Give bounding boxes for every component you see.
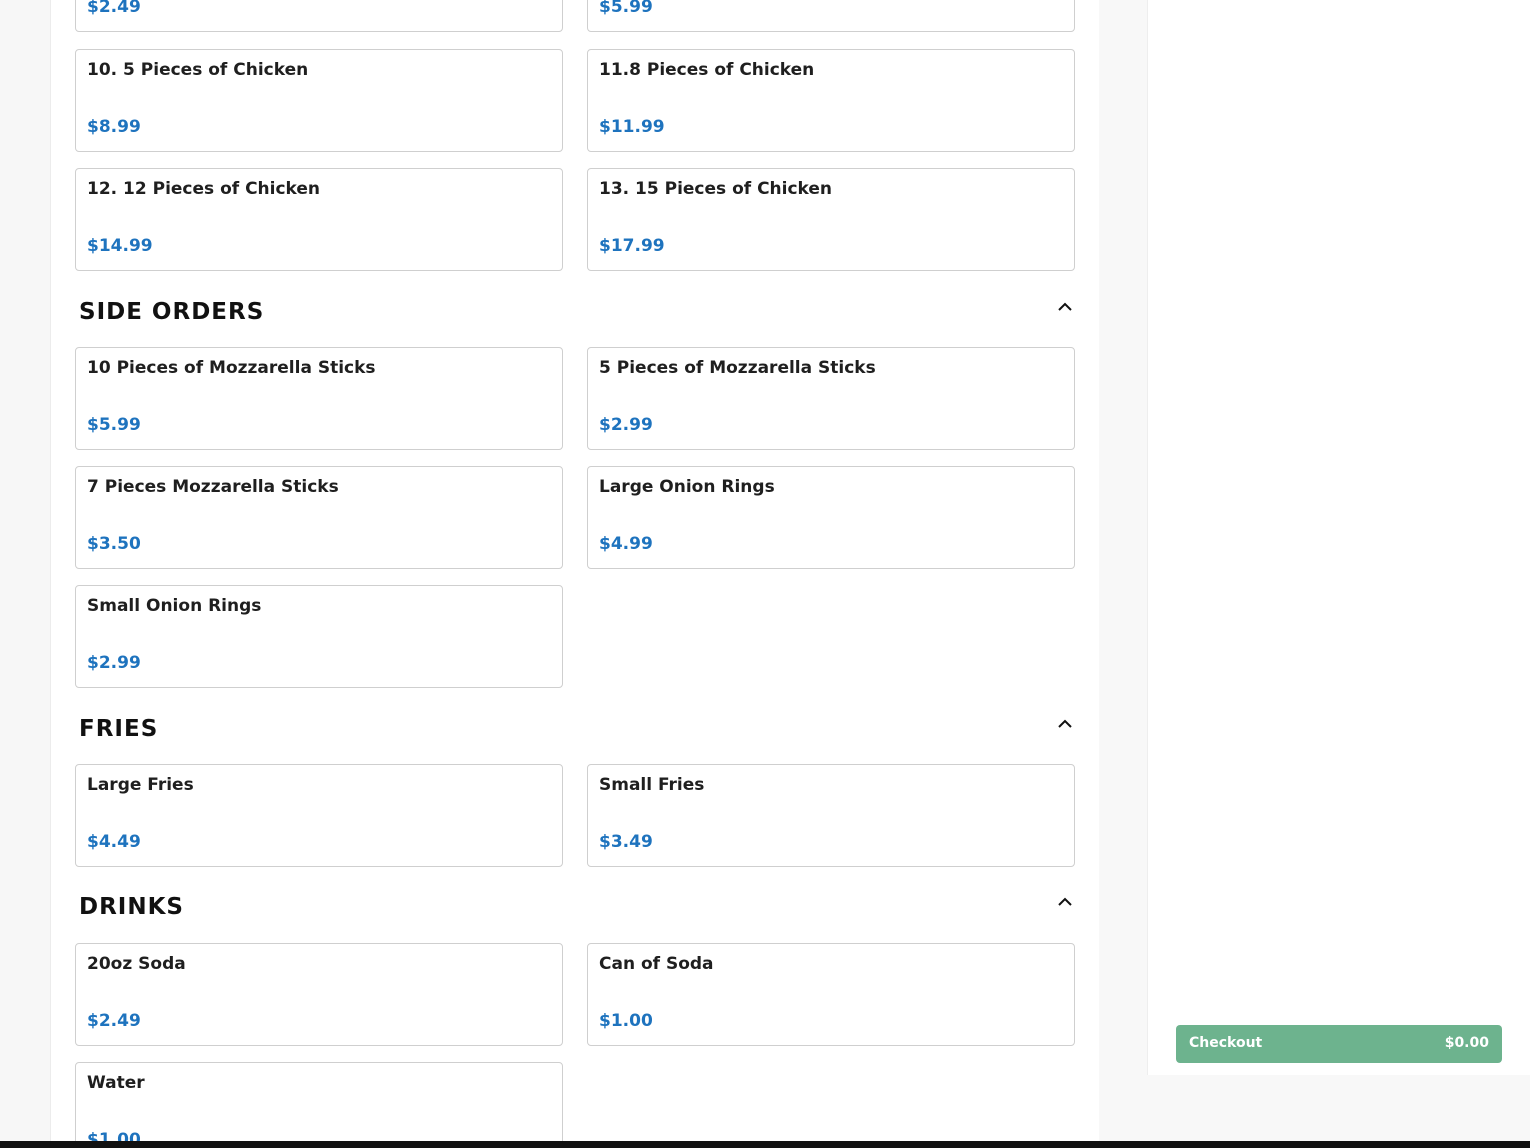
menu-item-card[interactable]: Can of Soda $1.00 <box>587 943 1075 1046</box>
menu-item-card[interactable]: 13. 15 Pieces of Chicken $17.99 <box>587 168 1075 271</box>
item-price: $2.99 <box>87 653 141 673</box>
menu-item-card[interactable]: Large Onion Rings $4.99 <box>587 466 1075 569</box>
item-price: $1.00 <box>599 1011 653 1031</box>
menu-item-card[interactable]: 5 Pieces of Mozzarella Sticks $2.99 <box>587 347 1075 450</box>
menu-item-card[interactable]: Small Fries $3.49 <box>587 764 1075 867</box>
menu-item-card[interactable]: Water $1.00 <box>75 1062 563 1148</box>
item-name: 12. 12 Pieces of Chicken <box>87 179 321 199</box>
menu-item-card[interactable]: $2.49 <box>75 0 563 32</box>
bottom-bar <box>0 1141 1530 1148</box>
item-name: Can of Soda <box>599 954 714 974</box>
menu-item-card[interactable]: 10 Pieces of Mozzarella Sticks $5.99 <box>75 347 563 450</box>
item-price: $5.99 <box>599 0 653 17</box>
item-name: 10. 5 Pieces of Chicken <box>87 60 309 80</box>
menu-item-card[interactable]: Small Onion Rings $2.99 <box>75 585 563 688</box>
item-price: $17.99 <box>599 236 665 256</box>
item-price: $2.49 <box>87 0 141 17</box>
item-price: $11.99 <box>599 117 665 137</box>
section-title-side-orders: SIDE ORDERS <box>79 299 265 325</box>
item-name: Large Fries <box>87 775 194 795</box>
panel-gap <box>1099 0 1147 1148</box>
item-name: Water <box>87 1073 145 1093</box>
section-title-drinks: DRINKS <box>79 894 184 920</box>
menu-item-card[interactable]: 10. 5 Pieces of Chicken $8.99 <box>75 49 563 152</box>
item-name: Small Fries <box>599 775 705 795</box>
item-name: 20oz Soda <box>87 954 186 974</box>
menu-item-card[interactable]: Large Fries $4.49 <box>75 764 563 867</box>
menu-item-card[interactable]: 7 Pieces Mozzarella Sticks $3.50 <box>75 466 563 569</box>
menu-item-card[interactable]: 11.8 Pieces of Chicken $11.99 <box>587 49 1075 152</box>
item-name: Large Onion Rings <box>599 477 775 497</box>
item-name: 11.8 Pieces of Chicken <box>599 60 815 80</box>
item-price: $2.99 <box>599 415 653 435</box>
item-price: $5.99 <box>87 415 141 435</box>
left-gutter <box>0 0 50 1148</box>
item-name: 10 Pieces of Mozzarella Sticks <box>87 358 376 378</box>
item-name: 13. 15 Pieces of Chicken <box>599 179 833 199</box>
item-name: 5 Pieces of Mozzarella Sticks <box>599 358 876 378</box>
item-name: 7 Pieces Mozzarella Sticks <box>87 477 339 497</box>
item-price: $14.99 <box>87 236 153 256</box>
chevron-up-icon[interactable] <box>1056 299 1074 313</box>
checkout-total: $0.00 <box>1444 1035 1489 1051</box>
checkout-button[interactable]: Checkout $0.00 <box>1176 1025 1502 1063</box>
checkout-label: Checkout <box>1189 1035 1263 1051</box>
item-price: $8.99 <box>87 117 141 137</box>
item-name: Small Onion Rings <box>87 596 262 616</box>
menu-item-card[interactable]: 12. 12 Pieces of Chicken $14.99 <box>75 168 563 271</box>
app-window: $2.49 $5.99 10. 5 Pieces of Chicken $8.9… <box>0 0 1530 1148</box>
section-title-fries: FRIES <box>79 716 159 742</box>
item-price: $3.50 <box>87 534 141 554</box>
chevron-up-icon[interactable] <box>1056 894 1074 908</box>
item-price: $3.49 <box>599 832 653 852</box>
item-price: $4.49 <box>87 832 141 852</box>
item-price: $2.49 <box>87 1011 141 1031</box>
chevron-up-icon[interactable] <box>1056 716 1074 730</box>
menu-item-card[interactable]: 20oz Soda $2.49 <box>75 943 563 1046</box>
cart-panel <box>1147 0 1530 1075</box>
menu-item-card[interactable]: $5.99 <box>587 0 1075 32</box>
item-price: $4.99 <box>599 534 653 554</box>
